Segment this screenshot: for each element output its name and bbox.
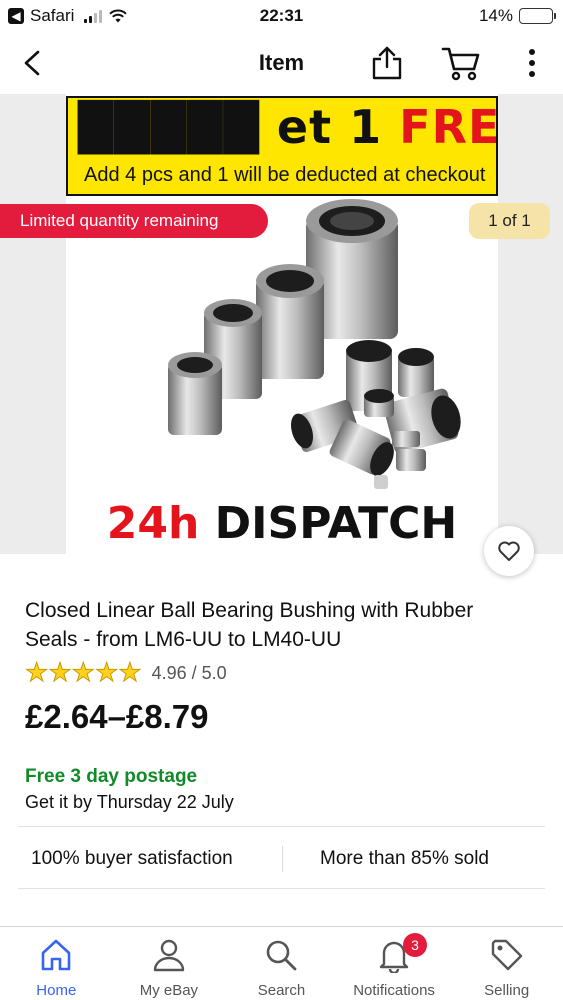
bottom-tab-bar: Home My eBay Search 3 Notifications Sell… [0,926,563,1000]
tab-my-ebay[interactable]: My eBay [113,927,226,1000]
rating-value: 4.96 / 5.0 [151,662,227,683]
image-counter: 1 of 1 [469,203,550,239]
share-icon[interactable] [370,45,404,81]
watch-button[interactable] [484,526,534,576]
promo-banner: █████ et 1 FREE Add 4 pcs and 1 will be … [66,96,498,196]
tab-search[interactable]: Search [225,927,338,1000]
promo-headline-text: et 1 [276,100,383,154]
promo-subline: Add 4 pcs and 1 will be deducted at chec… [84,164,486,186]
star-icon: ★ [94,657,119,687]
nav-bar: Item [0,32,563,94]
tab-notifications[interactable]: 3 Notifications [338,927,451,1000]
delivery-estimate: Get it by Thursday 22 July [25,792,234,812]
postage-info: Free 3 day postage [25,766,198,787]
product-price: £2.64–£8.79 [25,698,209,735]
bearings-illustration [168,199,461,489]
battery-icon [519,8,556,24]
heart-icon [498,541,520,561]
notification-count-badge: 3 [403,933,428,957]
buyer-satisfaction: 100% buyer satisfaction [31,848,233,869]
promo-headline-free: FREE [399,100,498,154]
star-icon: ★ [48,657,72,687]
stats-separator [282,846,283,872]
product-rating[interactable]: ★★★★★ 4.96 / 5.0 [24,657,227,687]
dispatch-red-text: 24h [106,498,200,549]
star-icon: ★ [24,657,49,687]
status-bar: ◀ Safari 22:31 14% [0,0,563,32]
dispatch-banner: 24h DISPATCH [66,498,498,549]
limited-quantity-badge: Limited quantity remaining [0,204,268,238]
seller-stats: 100% buyer satisfaction More than 85% so… [18,832,545,886]
divider [18,888,545,889]
tab-selling[interactable]: Selling [450,927,563,1000]
tab-home[interactable]: Home [0,927,113,1000]
person-icon [153,939,185,972]
tab-my-ebay-label: My eBay [139,982,199,999]
product-image[interactable]: █████ et 1 FREE Add 4 pcs and 1 will be … [66,94,498,554]
tab-notifications-label: Notifications [353,982,435,999]
product-image-carousel[interactable]: █████ et 1 FREE Add 4 pcs and 1 will be … [0,94,563,554]
battery-percent: 14% [478,6,513,25]
search-icon [267,940,297,971]
rating-stars: ★★★★★ [24,657,142,687]
sold-percentage: More than 85% sold [320,848,489,869]
product-title: Closed Linear Ball Bearing Bushing with … [25,599,474,651]
tag-icon [491,939,522,971]
promo-headline: █████ et 1 FREE [78,100,498,154]
cart-icon[interactable] [441,45,481,81]
star-icon: ★ [118,657,142,687]
tab-home-label: Home [36,982,77,999]
home-icon [41,939,71,971]
tab-selling-label: Selling [484,982,530,999]
dispatch-black-text: DISPATCH [214,498,458,549]
star-icon: ★ [71,657,95,687]
tab-search-label: Search [257,982,306,999]
more-options-icon[interactable] [520,46,544,80]
divider [18,826,545,827]
status-right: 14% [478,6,556,26]
